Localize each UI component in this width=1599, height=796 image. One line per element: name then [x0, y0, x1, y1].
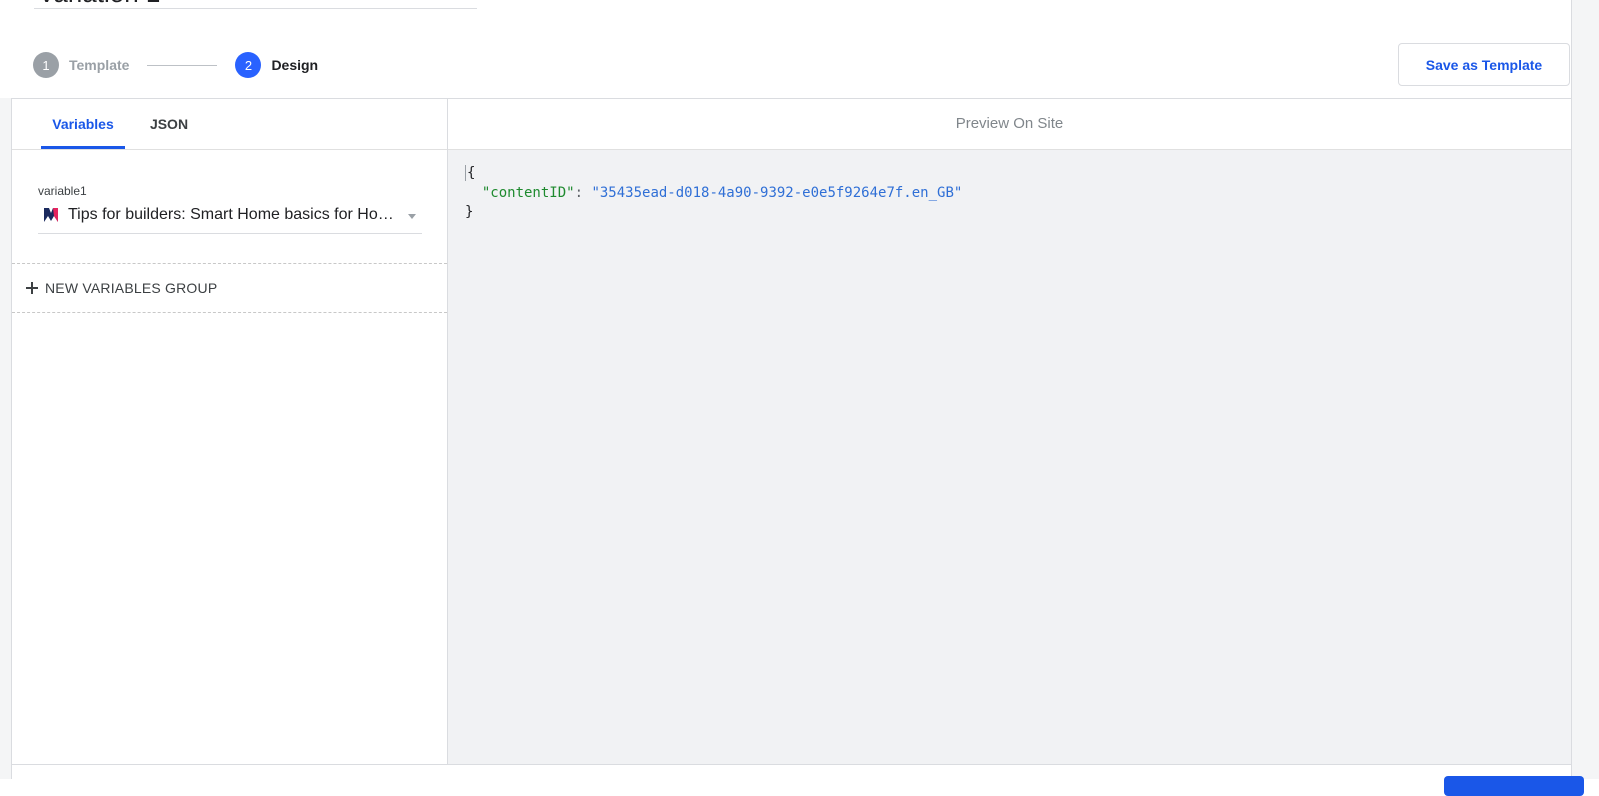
bottom-divider [11, 764, 1571, 765]
json-colon: : [574, 184, 592, 201]
variation-title: Variation 1 [38, 0, 160, 8]
json-value: "35435ead-d018-4a90-9392-e0e5f9264e7f.en… [591, 184, 963, 201]
bottom-primary-button[interactable] [1444, 776, 1584, 796]
variables-group-area: NEW VARIABLES GROUP [12, 263, 447, 313]
json-line-entry: "contentID": "35435ead-d018-4a90-9392-e0… [465, 184, 962, 204]
left-edge [0, 98, 12, 779]
variable-select[interactable]: Tips for builders: Smart Home basics for… [38, 201, 422, 234]
new-variables-group-button[interactable]: NEW VARIABLES GROUP [26, 277, 217, 299]
preview-panel: Preview On Site { "contentID": "35435ead… [448, 99, 1571, 764]
tab-variables[interactable]: Variables [41, 99, 125, 149]
caret-down-icon [408, 214, 416, 219]
text-cursor [465, 165, 466, 181]
json-close-brace: } [465, 204, 474, 220]
new-variables-group-label: NEW VARIABLES GROUP [45, 280, 218, 296]
json-line-close: } [465, 203, 962, 223]
json-key: "contentID" [481, 184, 575, 201]
variable-label: variable1 [38, 184, 87, 198]
panel-tabs: Variables JSON [12, 99, 447, 150]
step-connector [147, 64, 218, 66]
json-preview[interactable]: { "contentID": "35435ead-d018-4a90-9392-… [465, 164, 962, 223]
variables-panel: Variables JSON variable1 Tips for builde… [12, 99, 448, 764]
content-type-icon [44, 208, 58, 222]
step-1-label[interactable]: Template [69, 57, 129, 73]
active-tab-indicator [41, 146, 125, 149]
json-open-brace: { [467, 165, 476, 181]
plus-icon [26, 282, 38, 294]
save-as-template-button[interactable]: Save as Template [1398, 43, 1570, 86]
tab-json[interactable]: JSON [147, 99, 191, 149]
step-1-circle[interactable]: 1 [33, 52, 59, 78]
variation-title-field[interactable]: Variation 1 [34, 0, 477, 9]
json-line-open: { [465, 164, 962, 184]
variable-value: Tips for builders: Smart Home basics for… [68, 206, 398, 223]
step-2-label[interactable]: Design [271, 57, 318, 73]
scrollbar-gutter[interactable] [1571, 0, 1599, 779]
stepper: 1 Template 2 Design [33, 52, 318, 78]
step-2-circle[interactable]: 2 [235, 52, 262, 78]
preview-header: Preview On Site [448, 99, 1571, 150]
